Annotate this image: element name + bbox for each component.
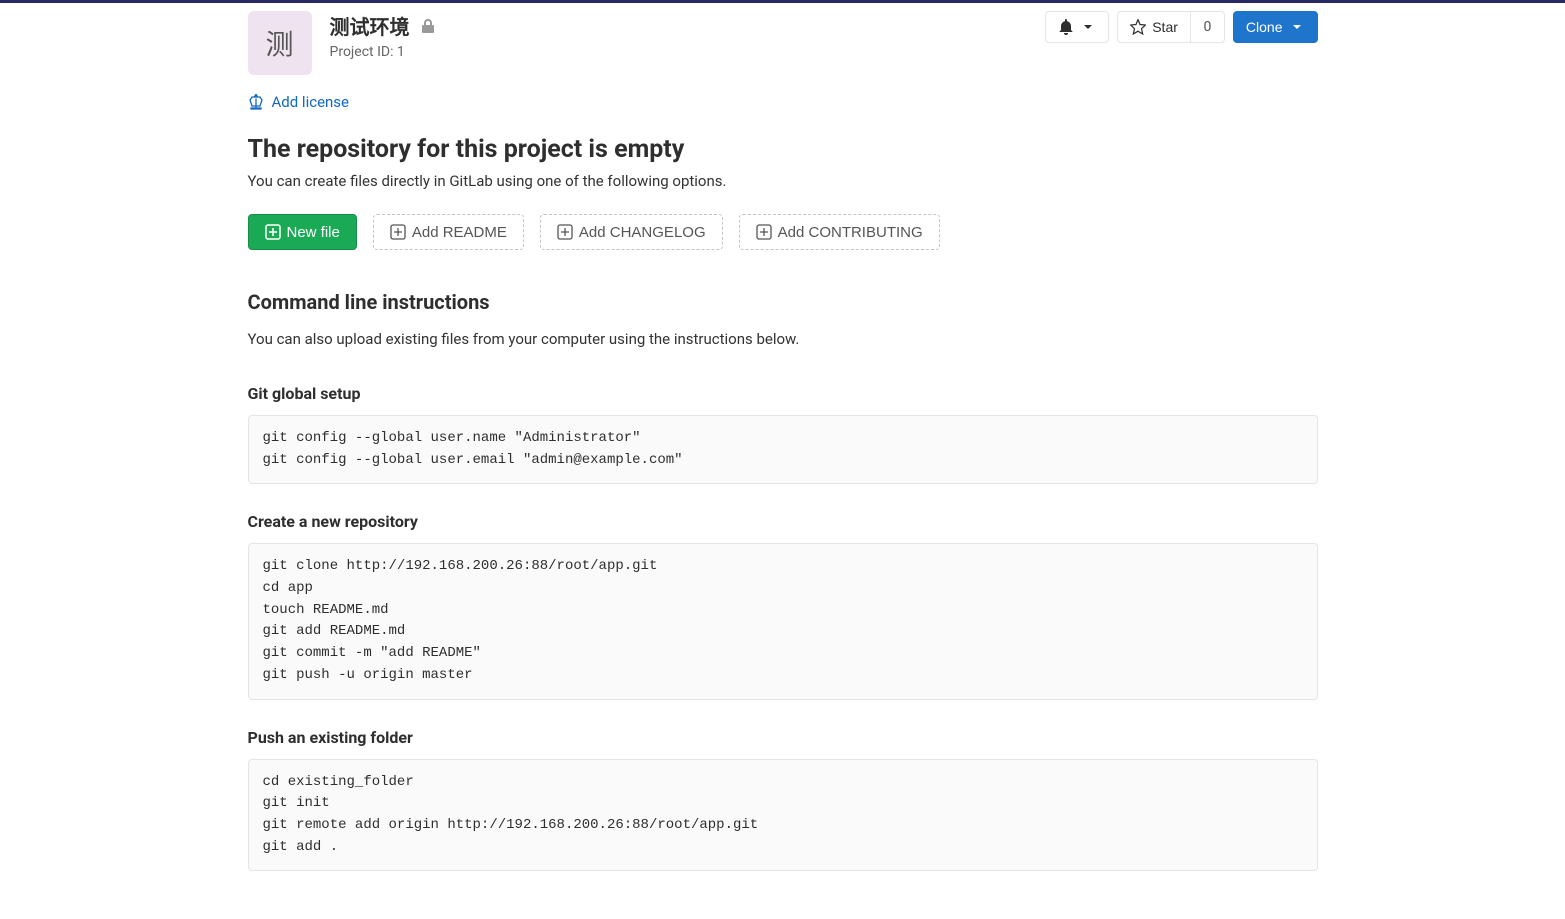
- cli-subtext: You can also upload existing files from …: [248, 330, 1318, 348]
- git-global-setup-code[interactable]: git config --global user.name "Administr…: [248, 415, 1318, 484]
- push-folder-code[interactable]: cd existing_folder git init git remote a…: [248, 759, 1318, 872]
- file-buttons-row: New file Add README Add CHANGELOG Add CO…: [248, 214, 1318, 250]
- bell-icon: [1058, 19, 1074, 35]
- lock-icon: [420, 18, 436, 34]
- project-header-left: 测 测试环境 Project ID: 1: [248, 11, 436, 75]
- add-contributing-label: Add CONTRIBUTING: [778, 225, 923, 240]
- clone-label: Clone: [1246, 20, 1283, 34]
- chevron-down-icon: [1289, 19, 1305, 35]
- star-button-group: Star 0: [1117, 11, 1225, 43]
- notifications-dropdown[interactable]: [1045, 11, 1109, 43]
- main-container: 测 测试环境 Project ID: 1: [248, 3, 1318, 919]
- git-global-setup-heading: Git global setup: [248, 384, 1318, 403]
- project-title-block: 测试环境 Project ID: 1: [330, 11, 436, 60]
- cli-heading: Command line instructions: [248, 290, 1318, 314]
- add-contributing-button[interactable]: Add CONTRIBUTING: [739, 214, 940, 250]
- project-actions: Star 0 Clone: [1045, 11, 1317, 43]
- star-count[interactable]: 0: [1191, 11, 1225, 43]
- project-avatar: 测: [248, 11, 312, 75]
- new-file-button[interactable]: New file: [248, 214, 357, 250]
- plus-square-icon: [390, 224, 406, 240]
- create-repo-heading: Create a new repository: [248, 512, 1318, 531]
- new-file-label: New file: [287, 225, 340, 240]
- project-title-row: 测试环境: [330, 11, 436, 40]
- empty-repo-heading: The repository for this project is empty: [248, 135, 1318, 164]
- star-button[interactable]: Star: [1117, 11, 1191, 43]
- plus-square-icon: [557, 224, 573, 240]
- add-license-link[interactable]: Add license: [248, 93, 350, 111]
- create-repo-code[interactable]: git clone http://192.168.200.26:88/root/…: [248, 543, 1318, 699]
- plus-square-icon: [265, 224, 281, 240]
- project-title: 测试环境: [330, 11, 410, 40]
- add-changelog-label: Add CHANGELOG: [579, 225, 706, 240]
- add-changelog-button[interactable]: Add CHANGELOG: [540, 214, 723, 250]
- plus-square-icon: [756, 224, 772, 240]
- project-header: 测 测试环境 Project ID: 1: [248, 11, 1318, 75]
- star-icon: [1130, 19, 1146, 35]
- add-readme-label: Add README: [412, 225, 507, 240]
- star-label: Star: [1152, 20, 1178, 34]
- add-readme-button[interactable]: Add README: [373, 214, 524, 250]
- push-folder-heading: Push an existing folder: [248, 728, 1318, 747]
- project-id: Project ID: 1: [330, 44, 436, 60]
- clone-dropdown[interactable]: Clone: [1233, 11, 1318, 43]
- license-icon: [248, 94, 264, 110]
- empty-repo-subtext: You can create files directly in GitLab …: [248, 172, 1318, 190]
- chevron-down-icon: [1080, 19, 1096, 35]
- add-license-label: Add license: [272, 93, 350, 111]
